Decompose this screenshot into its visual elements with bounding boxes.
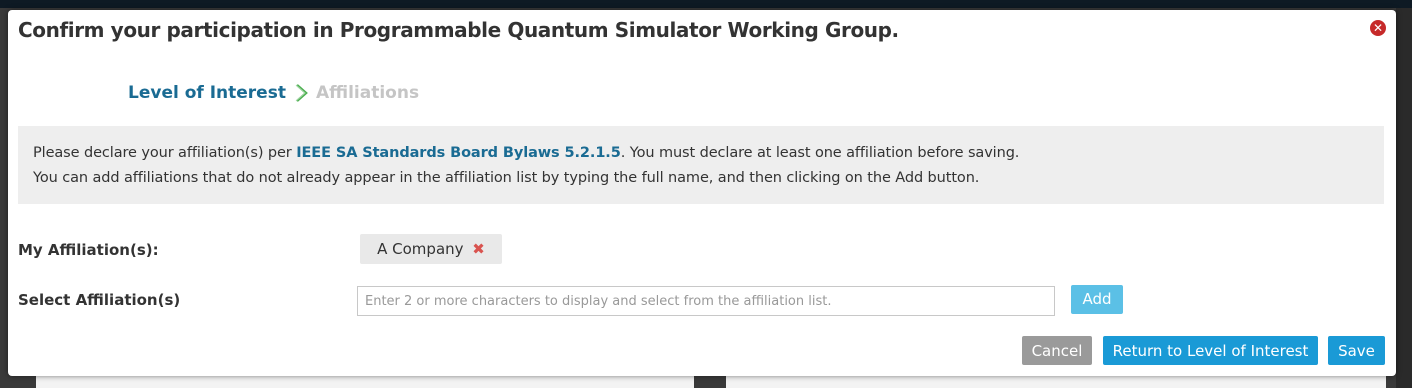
affiliation-chip-label: A Company (377, 240, 464, 258)
bylaws-link[interactable]: IEEE SA Standards Board Bylaws 5.2.1.5 (296, 145, 621, 161)
add-button[interactable]: Add (1071, 285, 1123, 314)
confirm-participation-dialog: Confirm your participation in Programmab… (8, 10, 1396, 376)
chevron-right-icon (294, 83, 310, 103)
step-level-of-interest[interactable]: Level of Interest (128, 83, 286, 103)
info-line-1-suffix: . You must declare at least one affiliat… (620, 145, 1020, 161)
return-to-level-of-interest-button[interactable]: Return to Level of Interest (1103, 336, 1318, 365)
background-panel-right (726, 374, 1386, 388)
my-affiliations-label: My Affiliation(s): (18, 241, 159, 259)
save-button[interactable]: Save (1328, 336, 1385, 365)
dialog-title: Confirm your participation in Programmab… (18, 18, 899, 42)
affiliation-search-input[interactable] (357, 286, 1055, 316)
info-line-1: Please declare your affiliation(s) per I… (33, 145, 1019, 161)
remove-icon[interactable]: ✖ (472, 240, 485, 258)
cancel-button[interactable]: Cancel (1022, 336, 1092, 365)
wizard-steps: Level of Interest Affiliations (128, 83, 419, 103)
select-affiliations-label: Select Affiliation(s) (18, 291, 181, 309)
step-affiliations: Affiliations (315, 83, 420, 103)
window-top-strip (0, 0, 1412, 8)
window-right-strip (1396, 8, 1412, 388)
close-icon[interactable]: ✕ (1370, 20, 1386, 36)
info-line-2: You can add affiliations that do not alr… (33, 170, 980, 186)
background-panel-left (36, 374, 694, 388)
affiliation-info-box: Please declare your affiliation(s) per I… (18, 126, 1384, 204)
affiliation-chip: A Company ✖ (360, 234, 502, 264)
info-line-1-prefix: Please declare your affiliation(s) per (33, 145, 297, 161)
